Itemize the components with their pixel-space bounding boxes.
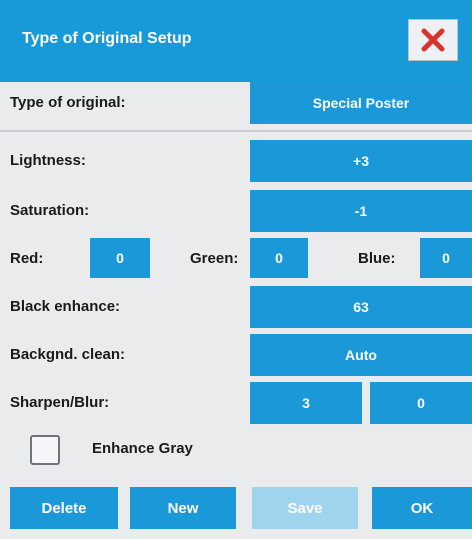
- blur-field[interactable]: 0: [370, 382, 472, 424]
- type-of-original-label: Type of original:: [10, 94, 126, 111]
- backgnd-clean-label: Backgnd. clean:: [10, 346, 126, 363]
- red-label: Red:: [10, 250, 44, 267]
- green-label: Green:: [190, 250, 239, 267]
- enhance-gray-checkbox[interactable]: [30, 435, 60, 465]
- black-enhance-field[interactable]: 63: [250, 286, 472, 328]
- blue-field[interactable]: 0: [420, 238, 472, 278]
- backgnd-clean-field[interactable]: Auto: [250, 334, 472, 376]
- sharpen-blur-label: Sharpen/Blur:: [10, 394, 110, 411]
- divider: [0, 130, 472, 132]
- save-button: Save: [252, 487, 358, 529]
- lightness-field[interactable]: +3: [250, 140, 472, 182]
- red-field[interactable]: 0: [90, 238, 150, 278]
- close-button[interactable]: [408, 19, 458, 61]
- blue-label: Blue:: [358, 250, 396, 267]
- dialog-title: Type of Original Setup: [22, 30, 192, 47]
- close-x-icon: [421, 28, 445, 52]
- green-field[interactable]: 0: [250, 238, 308, 278]
- lightness-label: Lightness:: [10, 152, 86, 169]
- saturation-field[interactable]: -1: [250, 190, 472, 232]
- type-of-original-field[interactable]: Special Poster: [250, 82, 472, 124]
- saturation-label: Saturation:: [10, 202, 90, 219]
- sharpen-field[interactable]: 3: [250, 382, 362, 424]
- new-button[interactable]: New: [130, 487, 236, 529]
- ok-button[interactable]: OK: [372, 487, 472, 529]
- delete-button[interactable]: Delete: [10, 487, 118, 529]
- title-bar: Type of Original Setup: [0, 0, 472, 82]
- black-enhance-label: Black enhance:: [10, 298, 121, 315]
- enhance-gray-label: Enhance Gray: [92, 440, 193, 457]
